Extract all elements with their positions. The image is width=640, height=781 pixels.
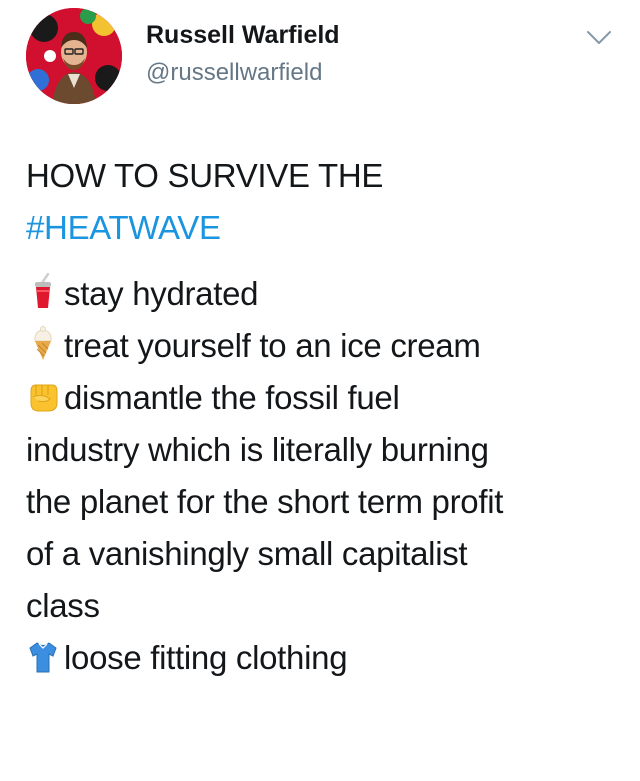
continuation-line: industry which is literally burning: [26, 431, 489, 468]
continuation-line: of a vanishingly small capitalist: [26, 535, 468, 572]
list-item-text: treat yourself to an ice cream: [64, 327, 481, 364]
tweet-text: HOW TO SURVIVE THE #HEATWAVE stay hydrat…: [26, 150, 626, 684]
tweet-header: Russell Warfield @russellwarfield: [26, 8, 626, 104]
raised-fist-icon: [26, 377, 60, 415]
user-handle[interactable]: @russellwarfield: [146, 59, 322, 87]
hashtag-link[interactable]: #HEATWAVE: [26, 209, 221, 246]
cup-with-straw-icon: [26, 273, 60, 311]
avatar[interactable]: [26, 8, 122, 104]
t-shirt-icon: [26, 637, 60, 675]
list-item-text: loose fitting clothing: [64, 639, 348, 676]
list-item: dismantle the fossil fuel: [26, 372, 626, 424]
list-item-text: stay hydrated: [64, 275, 259, 312]
ice-cream-icon: [26, 325, 60, 363]
list-item-text: dismantle the fossil fuel: [64, 379, 400, 416]
continuation-line: class: [26, 587, 100, 624]
list-item: loose fitting clothing: [26, 632, 626, 684]
hashtag-line: #HEATWAVE: [26, 202, 626, 254]
user-name[interactable]: Russell Warfield: [146, 21, 340, 50]
tweet: Russell Warfield @russellwarfield HOW TO…: [0, 0, 640, 781]
list-item: stay hydrated: [26, 268, 626, 320]
tweet-title-line: HOW TO SURVIVE THE: [26, 157, 384, 194]
continuation-line: the planet for the short term profit: [26, 483, 504, 520]
chevron-down-icon[interactable]: [586, 28, 612, 48]
list-item: treat yourself to an ice cream: [26, 320, 626, 372]
